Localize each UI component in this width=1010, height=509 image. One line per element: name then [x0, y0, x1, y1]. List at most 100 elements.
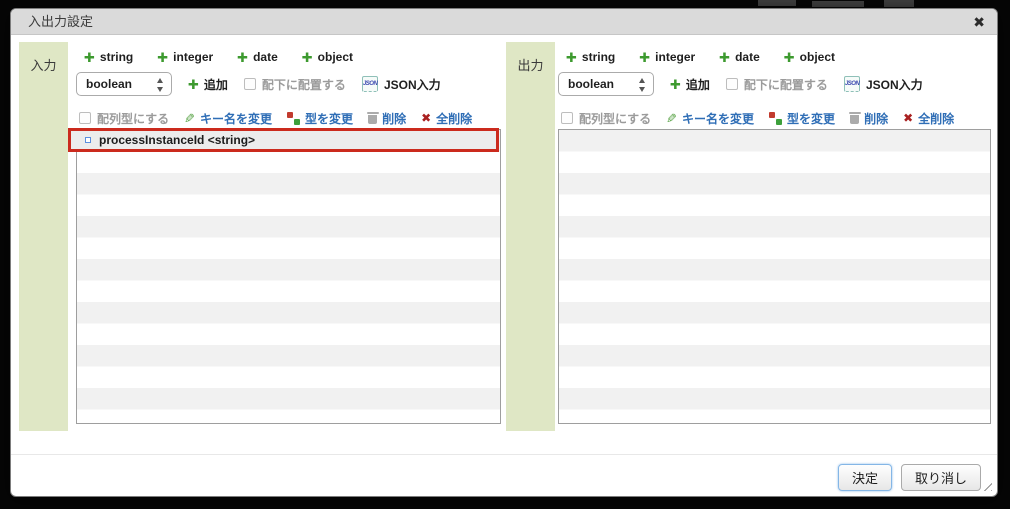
close-icon[interactable]: ✖	[973, 13, 985, 31]
input-nest-checkbox[interactable]: 配下に配置する	[243, 76, 346, 93]
nest-checkbox-label: 配下に配置する	[261, 77, 346, 92]
output-add-object-button[interactable]: ✚ object	[784, 50, 835, 64]
input-toolbar-row: 配列型にする ✎ キー名を変更 型を変更 削除 ✖ 全削除	[79, 109, 472, 127]
plus-icon: ✚	[301, 49, 313, 65]
input-list[interactable]: processInstanceId <string>	[68, 128, 501, 424]
type-button-label: integer	[655, 50, 696, 64]
type-select-value: boolean	[568, 77, 615, 91]
delete-all-label: 全削除	[918, 111, 955, 126]
change-type-icon	[769, 111, 783, 125]
type-button-label: date	[253, 50, 278, 64]
select-arrows-icon	[156, 77, 164, 93]
output-add-date-button[interactable]: ✚ date	[719, 50, 760, 64]
output-delete-button[interactable]: 削除	[848, 110, 889, 127]
json-input-label: JSON入力	[865, 77, 923, 92]
add-button-label: 追加	[685, 77, 710, 92]
footer: 決定 取り消し	[11, 462, 981, 492]
plus-icon: ✚	[237, 49, 249, 65]
cancel-button[interactable]: 取り消し	[900, 463, 981, 491]
dialog-title: 入出力設定	[28, 14, 94, 29]
io-settings-dialog: 入出力設定 ✖ 入力 ✚ string ✚ integer ✚ date ✚ o…	[10, 8, 998, 497]
output-toolbar-row: 配列型にする ✎ キー名を変更 型を変更 削除 ✖ 全削除	[561, 109, 954, 127]
input-add-object-button[interactable]: ✚ object	[302, 50, 353, 64]
change-type-label: 型を変更	[305, 111, 354, 126]
type-button-label: date	[735, 50, 760, 64]
backdrop-remnant	[812, 1, 864, 7]
input-rename-key-button[interactable]: ✎ キー名を変更	[184, 110, 272, 127]
x-icon: ✖	[421, 111, 432, 125]
input-add-row: boolean ✚ 追加 配下に配置する JSON JSON入力	[76, 70, 441, 98]
type-button-label: string	[99, 50, 134, 64]
output-add-integer-button[interactable]: ✚ integer	[639, 50, 695, 64]
delete-label: 削除	[864, 111, 889, 126]
pencil-icon: ✎	[666, 110, 678, 126]
input-add-button[interactable]: ✚ 追加	[188, 76, 228, 93]
backdrop-remnant	[758, 0, 796, 6]
list-item-label: processInstanceId <string>	[99, 133, 256, 147]
plus-icon: ✚	[639, 49, 651, 65]
plus-icon: ✚	[566, 49, 577, 65]
input-type-select[interactable]: boolean	[76, 72, 172, 96]
nest-checkbox-label: 配下に配置する	[743, 77, 828, 92]
output-add-row: boolean ✚ 追加 配下に配置する JSON JSON入力	[558, 70, 923, 98]
checkbox-icon	[725, 78, 738, 90]
pencil-icon: ✎	[184, 110, 196, 126]
checkbox-icon	[243, 78, 256, 90]
footer-divider	[11, 454, 997, 455]
input-panel-label-text: 入力	[30, 58, 57, 73]
type-button-label: integer	[173, 50, 214, 64]
json-file-icon: JSON	[361, 76, 378, 92]
x-icon: ✖	[903, 111, 914, 125]
input-add-integer-button[interactable]: ✚ integer	[157, 50, 213, 64]
output-array-checkbox[interactable]: 配列型にする	[561, 110, 651, 127]
trash-icon	[366, 112, 379, 124]
input-delete-all-button[interactable]: ✖ 全削除	[421, 110, 472, 127]
input-add-date-button[interactable]: ✚ date	[237, 50, 278, 64]
type-button-label: object	[317, 50, 354, 64]
output-panel-label-text: 出力	[517, 58, 544, 73]
plus-icon: ✚	[157, 49, 169, 65]
input-change-type-button[interactable]: 型を変更	[287, 110, 353, 127]
checkbox-icon	[79, 112, 91, 124]
rename-key-label: キー名を変更	[682, 111, 755, 126]
output-type-select[interactable]: boolean	[558, 72, 654, 96]
output-add-button[interactable]: ✚ 追加	[670, 76, 710, 93]
checkbox-icon	[561, 112, 573, 124]
output-rename-key-button[interactable]: ✎ キー名を変更	[666, 110, 754, 127]
delete-label: 削除	[382, 111, 407, 126]
input-delete-button[interactable]: 削除	[366, 110, 407, 127]
rename-key-label: キー名を変更	[200, 111, 273, 126]
output-panel-label: 出力	[506, 42, 555, 431]
plus-icon: ✚	[670, 76, 681, 92]
output-json-input-button[interactable]: JSON JSON入力	[843, 76, 923, 93]
list-item[interactable]: processInstanceId <string>	[68, 128, 499, 152]
output-change-type-button[interactable]: 型を変更	[769, 110, 835, 127]
type-button-label: string	[581, 50, 616, 64]
add-button-label: 追加	[203, 77, 228, 92]
change-type-icon	[287, 111, 301, 125]
output-add-string-button[interactable]: ✚ string	[566, 50, 615, 64]
type-button-label: object	[799, 50, 836, 64]
plus-icon: ✚	[719, 49, 731, 65]
output-nest-checkbox[interactable]: 配下に配置する	[725, 76, 828, 93]
json-input-label: JSON入力	[383, 77, 441, 92]
input-type-buttons-row: ✚ string ✚ integer ✚ date ✚ object	[84, 45, 353, 69]
input-array-checkbox[interactable]: 配列型にする	[79, 110, 169, 127]
json-file-icon: JSON	[843, 76, 860, 92]
select-arrows-icon	[638, 77, 646, 93]
input-panel-label: 入力	[19, 42, 68, 431]
dialog-titlebar: 入出力設定 ✖	[11, 9, 997, 35]
output-type-buttons-row: ✚ string ✚ integer ✚ date ✚ object	[566, 45, 835, 69]
node-square-icon	[85, 137, 91, 143]
trash-icon	[848, 112, 861, 124]
plus-icon: ✚	[783, 49, 795, 65]
type-select-value: boolean	[86, 77, 133, 91]
confirm-button[interactable]: 決定	[837, 463, 892, 491]
output-list[interactable]	[558, 129, 991, 424]
input-json-input-button[interactable]: JSON JSON入力	[361, 76, 441, 93]
input-add-string-button[interactable]: ✚ string	[84, 50, 133, 64]
change-type-label: 型を変更	[787, 111, 836, 126]
delete-all-label: 全削除	[436, 111, 473, 126]
array-checkbox-label: 配列型にする	[97, 111, 170, 126]
output-delete-all-button[interactable]: ✖ 全削除	[903, 110, 954, 127]
